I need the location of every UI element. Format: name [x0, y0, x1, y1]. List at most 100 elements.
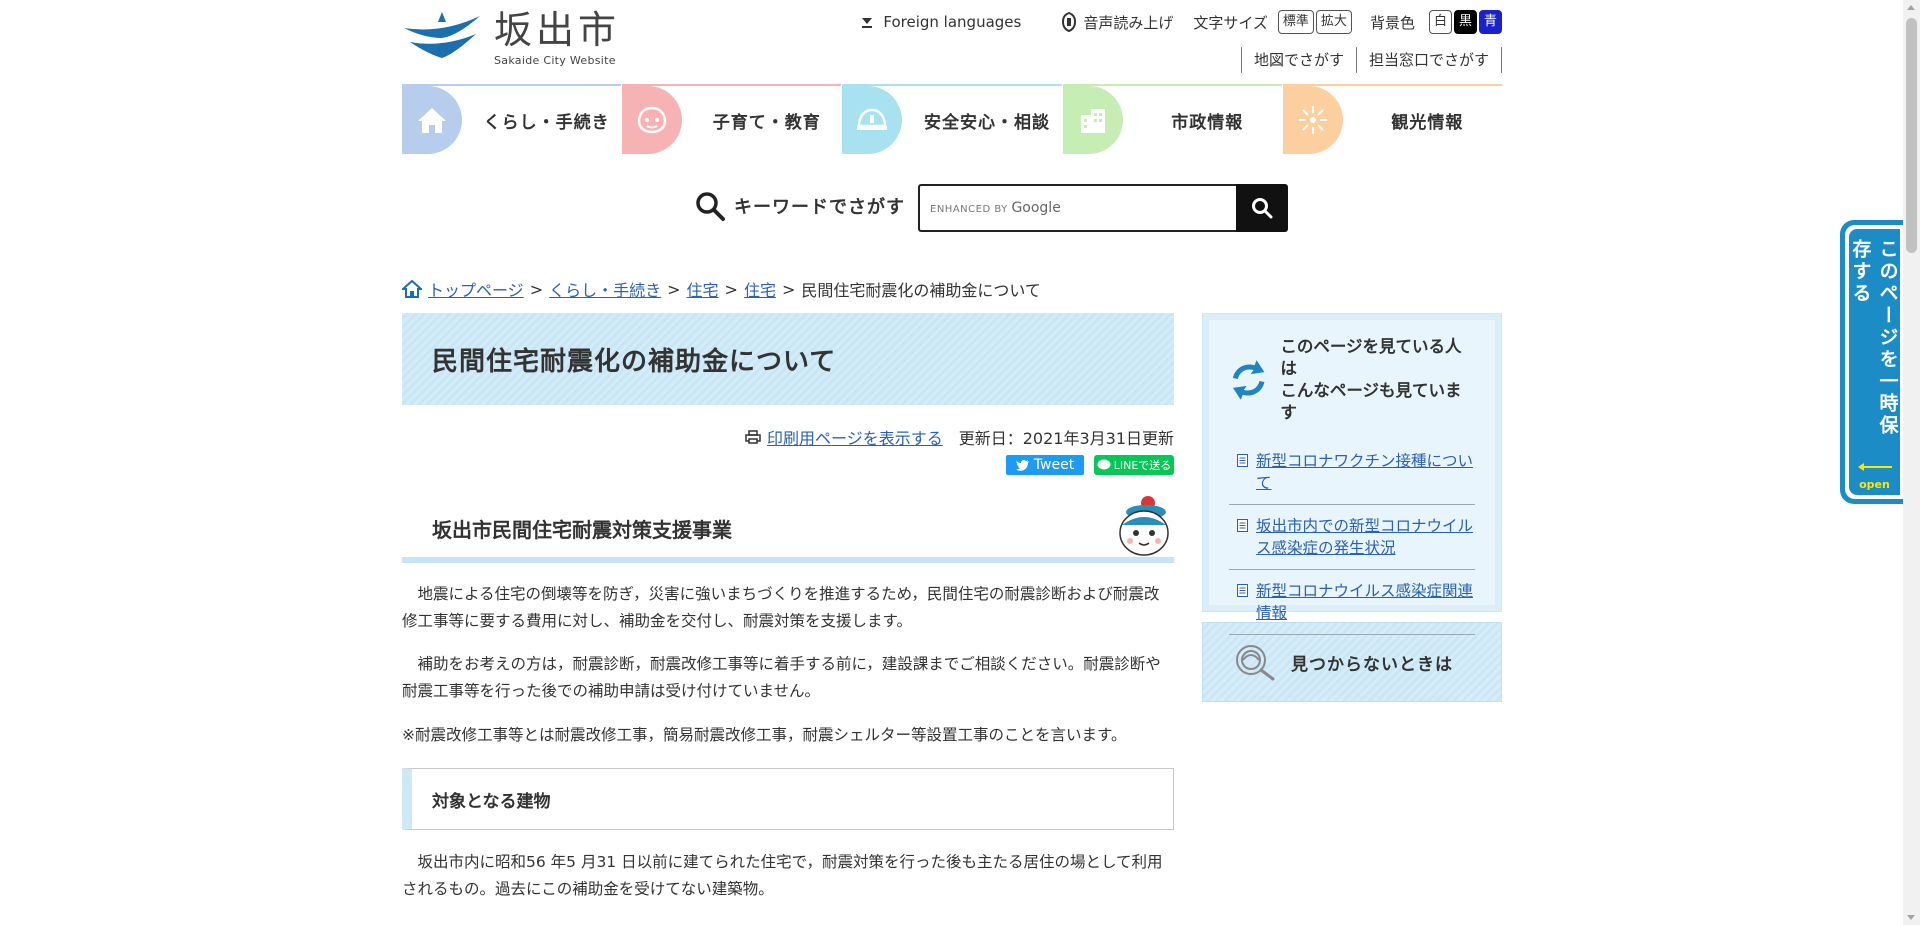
not-found-label: 見つからないときは: [1291, 654, 1453, 675]
arrow-left-icon: [1857, 463, 1892, 471]
search-heading: キーワードでさがす: [694, 190, 905, 222]
child-icon: [622, 86, 683, 154]
related-heading-line1: このページを見ている人は: [1280, 337, 1462, 378]
save-open-label: open: [1859, 478, 1890, 491]
speaker-icon: [1062, 12, 1077, 32]
breadcrumb-home[interactable]: トップページ: [428, 277, 524, 301]
scrollbar-thumb[interactable]: [1906, 18, 1917, 253]
page-container: 坂出市 Sakaide City Website Foreign languag…: [402, 0, 1503, 925]
section-heading-box: 坂出市民間住宅耐震対策支援事業: [402, 496, 1174, 563]
font-size-controls: 文字サイズ 標準 拡大: [1193, 10, 1352, 34]
save-page-tab[interactable]: このページを一時保存する open: [1840, 220, 1904, 504]
city-emblem-icon: [404, 12, 480, 58]
utility-links: 地図でさがす 担当窓口でさがす: [1240, 47, 1502, 73]
target-building-paragraph: 坂出市内に昭和56 年5 月31 日以前に建てられた住宅で，耐震対策を行った後も…: [402, 853, 1163, 898]
scroll-up-arrow-icon[interactable]: [1907, 5, 1915, 10]
social-buttons: Tweet LINEで送る: [1006, 455, 1174, 475]
home-icon: [402, 279, 422, 298]
tweet-button[interactable]: Tweet: [1006, 455, 1084, 475]
related-link-vaccine[interactable]: 新型コロナワクチン接種について: [1256, 450, 1475, 494]
keyword-search: キーワードでさがす ENHANCED BY Google: [402, 182, 1502, 234]
nav-label-living: くらし・手続き: [483, 112, 610, 133]
scroll-down-arrow-icon[interactable]: [1907, 915, 1915, 920]
bg-black-button[interactable]: 黒: [1453, 10, 1477, 34]
related-pages-heading: このページを見ている人は こんなページも見ています: [1227, 336, 1475, 424]
section-heading: 坂出市民間住宅耐震対策支援事業: [432, 517, 732, 542]
site-logo[interactable]: 坂出市 Sakaide City Website: [402, 8, 622, 74]
search-label: キーワードでさがす: [734, 197, 905, 218]
bg-blue-button[interactable]: 青: [1478, 10, 1502, 34]
twitter-bird-icon: [1015, 459, 1029, 471]
main-content: 民間住宅耐震化の補助金について 印刷用ページを表示する 更新日：2021年3月3…: [402, 313, 1174, 898]
related-links-list: 新型コロナワクチン接種について 坂出市内での新型コロナウイルス感染症の発生状況 …: [1229, 440, 1475, 635]
download-arrow-icon: [862, 18, 873, 28]
intro-paragraph: 地震による住宅の倒壊等を防ぎ，災害に強いまちづくりを推進するため，民間住宅の耐震…: [402, 585, 1160, 630]
breadcrumb-housing-1[interactable]: 住宅: [687, 277, 719, 301]
voice-reader-link[interactable]: 音声読み上げ: [1061, 12, 1173, 33]
helmet-icon: [842, 86, 903, 154]
global-nav: くらし・手続き 子育て・教育 安全安心・相談 市政情報 観光情報: [402, 84, 1503, 154]
breadcrumb-current: 民間住宅耐震化の補助金について: [801, 281, 1041, 300]
nav-item-city-info[interactable]: 市政情報: [1062, 84, 1282, 154]
breadcrumb: トップページ > くらし・手続き > 住宅 > 住宅 > 民間住宅耐震化の補助金…: [402, 277, 1041, 301]
building-icon: [1062, 86, 1123, 154]
vertical-scrollbar[interactable]: [1903, 0, 1920, 925]
utility-bar: Foreign languages 音声読み上げ 文字サイズ 標準 拡大 背景色…: [859, 10, 1502, 34]
refresh-arrows-icon: [1232, 360, 1265, 400]
save-page-label: このページを一時保存する: [1849, 239, 1899, 437]
nav-label-childcare: 子育て・教育: [712, 112, 821, 133]
firework-icon: [1282, 86, 1343, 154]
nav-label-safety: 安全安心・相談: [924, 112, 1050, 133]
print-page-link[interactable]: 印刷用ページを表示する: [767, 425, 943, 449]
list-item: 坂出市内での新型コロナウイルス感染症の発生状況: [1229, 505, 1475, 570]
font-standard-button[interactable]: 標準: [1277, 10, 1314, 34]
document-icon: [1237, 519, 1248, 532]
list-item: 新型コロナウイルス感染症関連情報: [1229, 570, 1475, 635]
line-share-button[interactable]: LINEで送る: [1094, 455, 1174, 475]
office-search-link[interactable]: 担当窓口でさがす: [1355, 47, 1502, 73]
related-pages-box: このページを見ている人は こんなページも見ています 新型コロナワクチン接種につい…: [1202, 313, 1502, 635]
nav-item-safety[interactable]: 安全安心・相談: [842, 84, 1062, 154]
nav-item-living[interactable]: くらし・手続き: [402, 84, 622, 154]
related-link-covid-info[interactable]: 新型コロナウイルス感染症関連情報: [1256, 580, 1475, 624]
line-label: LINEで送る: [1113, 459, 1172, 472]
bg-color-label: 背景色: [1369, 13, 1415, 32]
font-large-button[interactable]: 拡大: [1315, 10, 1352, 34]
page-title: 民間住宅耐震化の補助金について: [432, 346, 837, 377]
nav-label-tourism: 観光情報: [1391, 112, 1464, 133]
map-search-link[interactable]: 地図でさがす: [1240, 47, 1356, 73]
house-icon: [402, 86, 462, 154]
foreign-languages-link[interactable]: Foreign languages: [859, 13, 1021, 31]
consult-paragraph: 補助をお考えの方は，耐震診断，耐震改修工事等に着手する前に，建設課までご相談くだ…: [402, 655, 1161, 700]
mascot-character-icon: [1119, 496, 1169, 556]
nav-item-tourism[interactable]: 観光情報: [1282, 84, 1503, 154]
foreign-languages-label: Foreign languages: [883, 13, 1022, 31]
search-icon: [1252, 198, 1273, 219]
line-logo-icon: [1097, 459, 1111, 470]
list-item: 新型コロナワクチン接種について: [1229, 440, 1475, 505]
nav-item-childcare[interactable]: 子育て・教育: [622, 84, 842, 154]
subsection-heading-box: 対象となる建物: [402, 768, 1174, 830]
search-document-icon: [1236, 645, 1275, 681]
updated-date: 更新日：2021年3月31日更新: [958, 429, 1174, 448]
search-input-wrapper[interactable]: ENHANCED BY Google: [918, 184, 1238, 232]
background-color-controls: 背景色 白 黒 青: [1370, 10, 1502, 34]
search-input[interactable]: [920, 186, 1236, 230]
page-title-box: 民間住宅耐震化の補助金について: [402, 313, 1174, 405]
related-heading-line2: こんなページも見ています: [1280, 381, 1462, 422]
bg-white-button[interactable]: 白: [1428, 10, 1452, 34]
site-subtitle: Sakaide City Website: [494, 54, 616, 67]
tweet-label: Tweet: [1033, 457, 1075, 473]
site-title: 坂出市: [494, 8, 621, 52]
voice-reader-label: 音声読み上げ: [1083, 13, 1174, 32]
document-icon: [1237, 454, 1248, 467]
printer-icon: [745, 430, 761, 444]
note-paragraph: ※耐震改修工事等とは耐震改修工事，簡易耐震改修工事，耐震シェルター等設置工事のこ…: [402, 726, 1127, 744]
subsection-heading: 対象となる建物: [432, 791, 551, 812]
breadcrumb-living[interactable]: くらし・手続き: [549, 277, 661, 301]
breadcrumb-housing-2[interactable]: 住宅: [744, 277, 776, 301]
related-link-outbreak[interactable]: 坂出市内での新型コロナウイルス感染症の発生状況: [1256, 515, 1475, 559]
page-meta: 印刷用ページを表示する 更新日：2021年3月31日更新: [745, 425, 1174, 449]
document-icon: [1237, 584, 1248, 597]
search-button[interactable]: [1236, 184, 1288, 232]
